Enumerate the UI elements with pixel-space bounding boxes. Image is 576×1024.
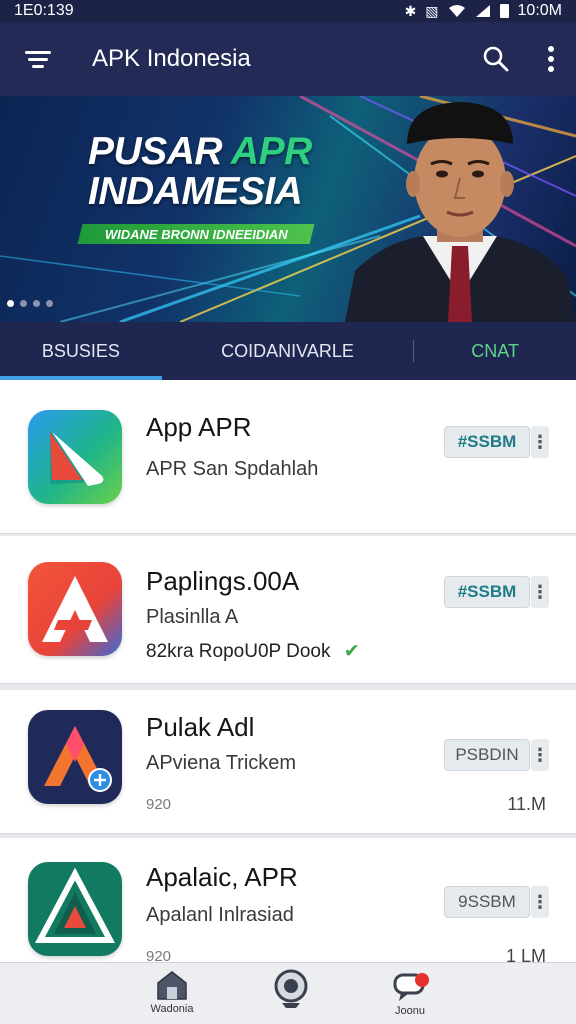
install-chip[interactable]: #SSBM — [444, 426, 530, 458]
tab-label: CNAT — [471, 340, 519, 361]
more-vert-icon — [548, 46, 554, 72]
category-tabs: BSUSIES COIDANIVARLE CNAT — [0, 322, 576, 380]
menu-button[interactable] — [0, 22, 76, 96]
banner-headline-line2: INDAMESIA — [88, 170, 303, 213]
app-subtitle: Plasinlla A — [146, 606, 239, 628]
tab-bsusies[interactable]: BSUSIES — [0, 322, 162, 380]
app-size: 11.M — [507, 794, 546, 814]
screen: 1E0:139 ✱ ▧ 10:0M APK Indonesia PUSAR AP… — [0, 0, 576, 1024]
banner-portrait — [345, 102, 576, 322]
banner-ribbon-text: WIDANE BRONN IDNEEIDIAN — [104, 226, 288, 242]
app-detail-text: 82kra RopoU0P Dook — [146, 641, 331, 662]
app-detail: 82kra RopoU0P Dook ✔ — [146, 640, 360, 663]
pager-dot[interactable] — [7, 300, 14, 307]
pager-dot[interactable] — [46, 300, 53, 307]
nav-chat[interactable]: Joonu — [375, 969, 445, 1024]
app-bar: APK Indonesia — [0, 22, 576, 96]
search-icon — [483, 46, 509, 72]
app-name: Apalaic, APR — [146, 862, 298, 892]
banner-headline-part1: PUSAR — [88, 130, 223, 173]
install-chip[interactable]: PSBDIN — [444, 739, 530, 771]
app-subtitle: APR San Spdahlah — [146, 458, 319, 480]
pager-dot[interactable] — [33, 300, 40, 307]
status-time-right: 10:0M — [517, 2, 562, 19]
battery-icon — [499, 4, 509, 18]
app-downloads: 920 — [146, 796, 172, 813]
tab-label: COIDANIVARLE — [221, 340, 354, 361]
banner-ribbon: WIDANE BRONN IDNEEIDIAN — [77, 224, 315, 244]
app-icon-play — [28, 410, 122, 504]
wifi-icon — [448, 5, 465, 17]
app-name: App APR — [146, 412, 252, 442]
item-more-icon[interactable]: ⋮ — [531, 576, 549, 608]
status-bar: 1E0:139 ✱ ▧ 10:0M — [0, 0, 576, 22]
overflow-menu-button[interactable] — [526, 22, 576, 96]
app-list-item[interactable]: Pulak Adl APviena Trickem 920 11.M PSBDI… — [0, 690, 576, 834]
notification-badge — [415, 973, 429, 987]
banner-headline-accent: APR — [230, 130, 312, 173]
item-more-icon[interactable]: ⋮ — [531, 739, 549, 771]
app-list-item[interactable]: App APR APR San Spdahlah #SSBM ⋮ — [0, 380, 576, 534]
search-button[interactable] — [466, 22, 526, 96]
item-more-icon[interactable]: ⋮ — [531, 426, 549, 458]
install-chip[interactable]: #SSBM — [444, 576, 530, 608]
install-chip[interactable]: 9SSBM — [444, 886, 530, 918]
nav-label: Wadonia — [150, 1003, 194, 1015]
app-icon-triangle-green — [28, 862, 122, 956]
nav-label: Joonu — [395, 1005, 425, 1017]
tab-coidanivarle[interactable]: COIDANIVARLE — [162, 322, 414, 380]
banner-pager-dots — [7, 300, 53, 307]
home-icon — [157, 971, 187, 1000]
nav-home[interactable]: Wadonia — [137, 969, 207, 1024]
pager-dot[interactable] — [20, 300, 27, 307]
app-subtitle: APviena Trickem — [146, 752, 297, 774]
verified-icon: ✔ — [343, 641, 360, 662]
app-name: Paplings.00A — [146, 566, 300, 596]
app-title: APK Indonesia — [92, 45, 251, 72]
tab-cnat[interactable]: CNAT — [414, 322, 576, 380]
item-more-icon[interactable]: ⋮ — [531, 886, 549, 918]
app-list-item[interactable]: Apalaic, APR Apalanl Inlrasiad 920 1 LM … — [0, 838, 576, 968]
banner-headline: PUSAR APR INDAMESIA — [88, 132, 312, 212]
status-icons: ✱ ▧ 10:0M — [405, 2, 562, 20]
app-icon-a-red — [28, 562, 122, 656]
signal-icon — [475, 5, 490, 17]
promo-banner[interactable]: PUSAR APR INDAMESIA WIDANE BRONN IDNEEID… — [0, 96, 576, 322]
nav-explore[interactable] — [256, 969, 326, 1024]
app-list-item[interactable]: Paplings.00A Plasinlla A 82kra RopoU0P D… — [0, 536, 576, 684]
app-icon-a-dark — [28, 710, 122, 804]
app-name: Pulak Adl — [146, 712, 255, 742]
explore-icon — [274, 969, 308, 1008]
bottom-navigation: Wadonia Joonu — [0, 962, 576, 1024]
nfc-icon: ▧ — [425, 3, 439, 19]
tab-label: BSUSIES — [41, 340, 120, 361]
app-subtitle: Apalanl Inlrasiad — [146, 904, 294, 926]
status-time-left: 1E0:139 — [14, 2, 74, 19]
menu-icon — [25, 51, 51, 68]
bluetooth-icon: ✱ — [404, 3, 417, 19]
